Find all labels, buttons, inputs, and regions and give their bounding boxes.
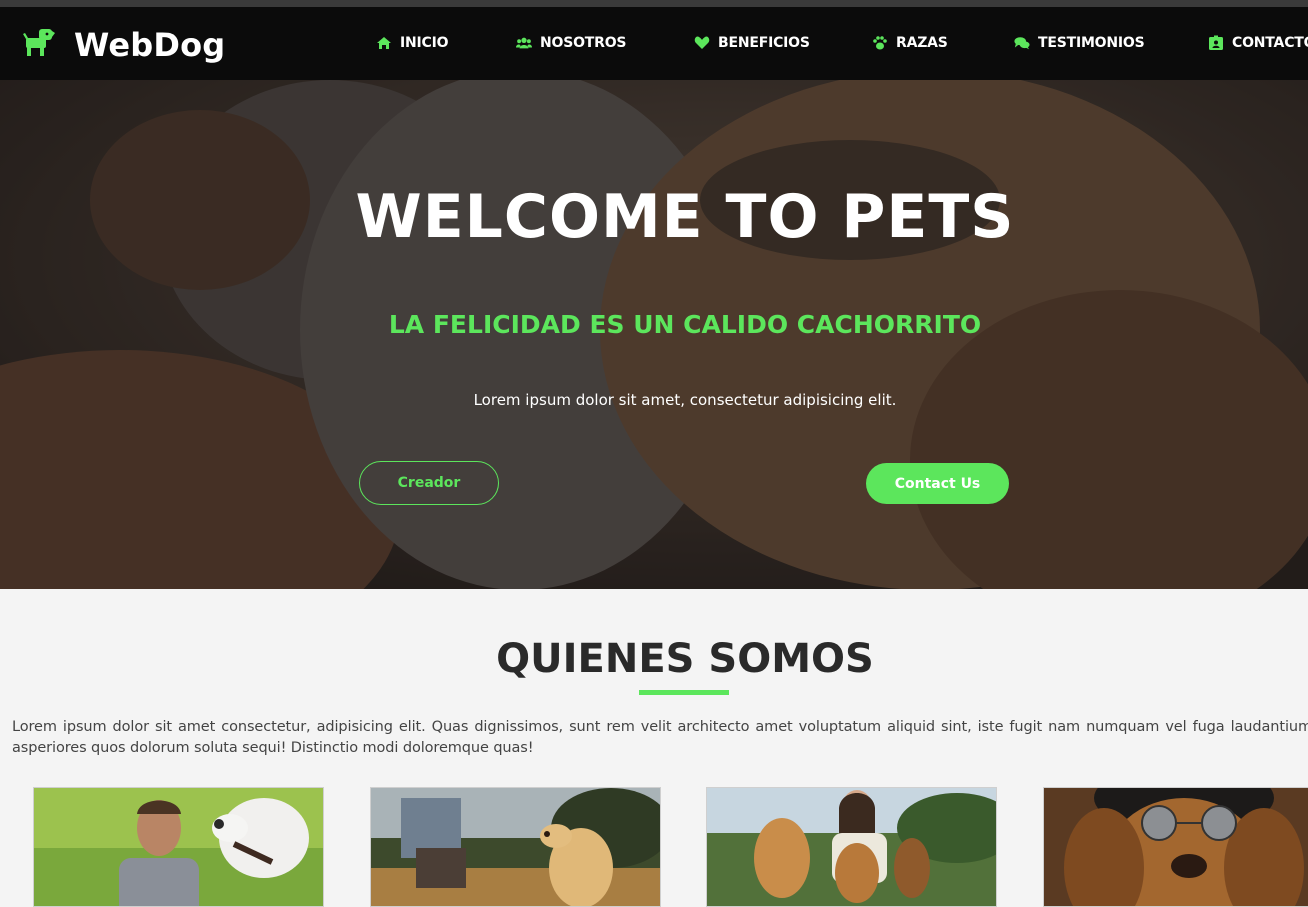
nav-label: TESTIMONIOS [1038,35,1145,51]
man-with-white-dog-photo [34,788,323,906]
contact-card-icon [1209,35,1223,50]
card-image-3[interactable] [706,787,997,907]
hero-text: Lorem ipsum dolor sit amet, consectetur … [473,391,897,409]
nav-label: CONTACTO [1232,35,1308,51]
nav-label: BENEFICIOS [718,35,810,51]
dog-with-sunglasses-photo [1044,788,1308,906]
browser-top-edge [0,0,1308,7]
title-underline [639,690,729,695]
section-title: QUIENES SOMOS [496,636,874,682]
section-text: Lorem ipsum dolor sit amet consectetur, … [12,719,1308,756]
home-icon [377,37,391,49]
users-icon [516,37,532,49]
contact-us-button[interactable]: Contact Us [866,463,1009,504]
brand[interactable]: WebDog [22,25,225,64]
hero-title: WELCOME TO PETS [355,182,1015,252]
hero-subtitle: LA FELICIDAD ES UN CALIDO CACHORRITO [388,310,982,339]
woman-with-dogs-photo [707,788,996,906]
card-image-1[interactable] [33,787,324,907]
nav-item-beneficios[interactable]: BENEFICIOS [694,35,810,51]
dog-icon [22,25,56,64]
nav-label: INICIO [400,35,449,51]
nav-item-testimonios[interactable]: TESTIMONIOS [1014,35,1145,51]
nav-item-contacto[interactable]: CONTACTO [1208,35,1308,51]
navbar: WebDog INICIO NOSOTROS BENEFICIOS RAZAS … [0,7,1308,80]
brand-name: WebDog [74,25,226,64]
card-image-4[interactable] [1043,787,1308,907]
nav-item-razas[interactable]: RAZAS [872,35,948,51]
hero-section: WELCOME TO PETS LA FELICIDAD ES UN CALID… [0,80,1308,589]
comments-icon [1014,37,1030,50]
nav-item-nosotros[interactable]: NOSOTROS [516,35,627,51]
nav-item-inicio[interactable]: INICIO [376,35,449,51]
creador-button[interactable]: Creador [359,461,499,505]
paw-icon [873,36,887,50]
heart-icon [694,36,710,49]
card-image-2[interactable] [370,787,661,907]
nav-label: RAZAS [896,35,948,51]
nav-label: NOSOTROS [540,35,627,51]
man-training-dog-photo [371,788,660,906]
